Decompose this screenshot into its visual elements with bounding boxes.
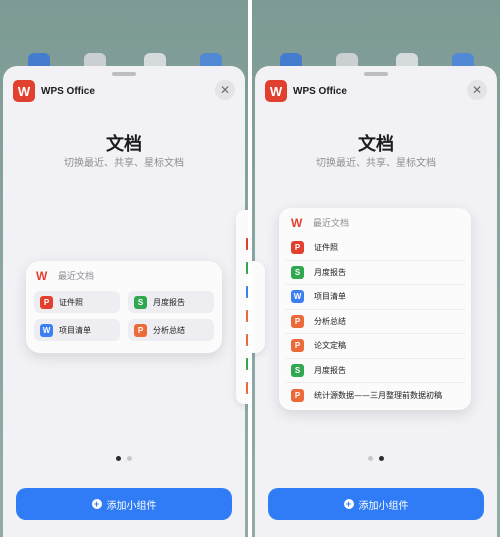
spreadsheet-icon: S [291, 363, 304, 377]
page-indicator[interactable] [255, 456, 497, 461]
word-doc-icon: W [291, 290, 304, 304]
recent-doc-row[interactable]: S 月度报告 [285, 261, 465, 285]
recent-doc-row[interactable]: P 证件照 [285, 236, 465, 261]
wps-logo-icon: W [291, 215, 303, 230]
recent-doc-label: 月度报告 [153, 297, 185, 307]
sheet-grabber[interactable] [112, 72, 136, 76]
word-doc-icon: W [40, 323, 53, 337]
widget-subtitle: 切换最近、共享、星标文档 [64, 158, 184, 169]
close-button[interactable]: ✕ [467, 80, 487, 100]
recent-doc-tile[interactable]: P 分析总结 [128, 319, 214, 341]
next-widget-preview[interactable] [236, 210, 248, 404]
recent-doc-label: 项目清单 [314, 292, 346, 302]
spreadsheet-icon: S [134, 295, 147, 309]
add-widget-label: 添加小组件 [106, 500, 157, 512]
recent-doc-tile[interactable]: W 项目清单 [34, 319, 120, 341]
close-button[interactable]: ✕ [215, 80, 235, 100]
widget-gallery-panel-left: W WPS Office ✕ 文档 切换最近、共享、星标文档 W 最近文档 P … [0, 0, 248, 537]
recent-doc-row[interactable]: P 论文定稿 [285, 334, 465, 359]
recent-docs-widget-large[interactable]: W 最近文档 P 证件照 S 月度报告 W 项目清单 P 分析总结 P 论文定稿… [279, 208, 471, 410]
sheet-grabber[interactable] [364, 72, 388, 76]
recent-doc-label: 证件照 [59, 297, 83, 307]
recent-doc-label: 分析总结 [314, 316, 346, 326]
page-dot [379, 456, 384, 461]
presentation-icon: P [291, 339, 304, 353]
widget-header-label: 最近文档 [58, 272, 95, 282]
page-dot [127, 456, 132, 461]
page-indicator[interactable] [3, 456, 245, 461]
widget-sheet: W WPS Office ✕ 文档 切换最近、共享、星标文档 W 最近文档 P … [3, 66, 248, 537]
widget-header-label: 最近文档 [313, 219, 350, 229]
previous-widget-preview[interactable] [252, 261, 265, 353]
widget-header: W 最近文档 [36, 268, 95, 283]
wps-logo-icon: W [265, 80, 287, 102]
page-dot [116, 456, 121, 461]
wps-logo-icon: W [36, 268, 48, 283]
recent-doc-row[interactable]: W 项目清单 [285, 285, 465, 310]
presentation-icon: P [291, 314, 304, 328]
recent-docs-list: P 证件照 S 月度报告 W 项目清单 P 分析总结 P 论文定稿 S 月度报告… [285, 236, 465, 408]
widget-subtitle: 切换最近、共享、星标文档 [316, 158, 436, 169]
recent-doc-label: 统计源数据——三月整理前数据初稿 [314, 390, 442, 400]
widget-sheet: W WPS Office ✕ 文档 切换最近、共享、星标文档 W 最近文档 P … [252, 66, 497, 537]
recent-doc-label: 证件照 [314, 243, 338, 253]
widget-title: 文档 [106, 134, 142, 155]
presentation-icon: P [134, 323, 147, 337]
recent-doc-row[interactable]: P 分析总结 [285, 310, 465, 334]
app-header: W WPS Office [265, 80, 347, 102]
app-header: W WPS Office [13, 80, 95, 102]
pdf-icon: P [291, 241, 304, 255]
widget-title: 文档 [358, 134, 394, 155]
widget-gallery-panel-right: W WPS Office ✕ 文档 切换最近、共享、星标文档 W 最近文档 P … [252, 0, 500, 537]
recent-doc-label: 月度报告 [314, 267, 346, 277]
recent-doc-label: 分析总结 [153, 325, 185, 335]
add-widget-button[interactable]: + 添加小组件 [16, 488, 232, 520]
add-widget-button[interactable]: + 添加小组件 [268, 488, 484, 520]
app-name: WPS Office [293, 85, 347, 97]
recent-doc-label: 论文定稿 [314, 341, 346, 351]
add-widget-label: 添加小组件 [358, 500, 409, 512]
presentation-icon: P [291, 388, 304, 402]
plus-icon: + [343, 499, 354, 509]
recent-docs-grid: P 证件照 S 月度报告 W 项目清单 P 分析总结 [34, 291, 214, 341]
recent-doc-row[interactable]: P 统计源数据——三月整理前数据初稿 [285, 383, 465, 408]
spreadsheet-icon: S [291, 265, 304, 279]
page-dot [368, 456, 373, 461]
app-name: WPS Office [41, 85, 95, 97]
recent-doc-label: 月度报告 [314, 365, 346, 375]
plus-icon: + [91, 499, 102, 509]
recent-doc-label: 项目清单 [59, 325, 91, 335]
wps-logo-icon: W [13, 80, 35, 102]
widget-header: W 最近文档 [291, 215, 350, 230]
recent-doc-row[interactable]: S 月度报告 [285, 359, 465, 383]
pdf-icon: P [40, 295, 53, 309]
recent-doc-tile[interactable]: P 证件照 [34, 291, 120, 313]
recent-doc-tile[interactable]: S 月度报告 [128, 291, 214, 313]
recent-docs-widget-medium[interactable]: W 最近文档 P 证件照 S 月度报告 W 项目清单 P 分析总结 [26, 261, 222, 353]
